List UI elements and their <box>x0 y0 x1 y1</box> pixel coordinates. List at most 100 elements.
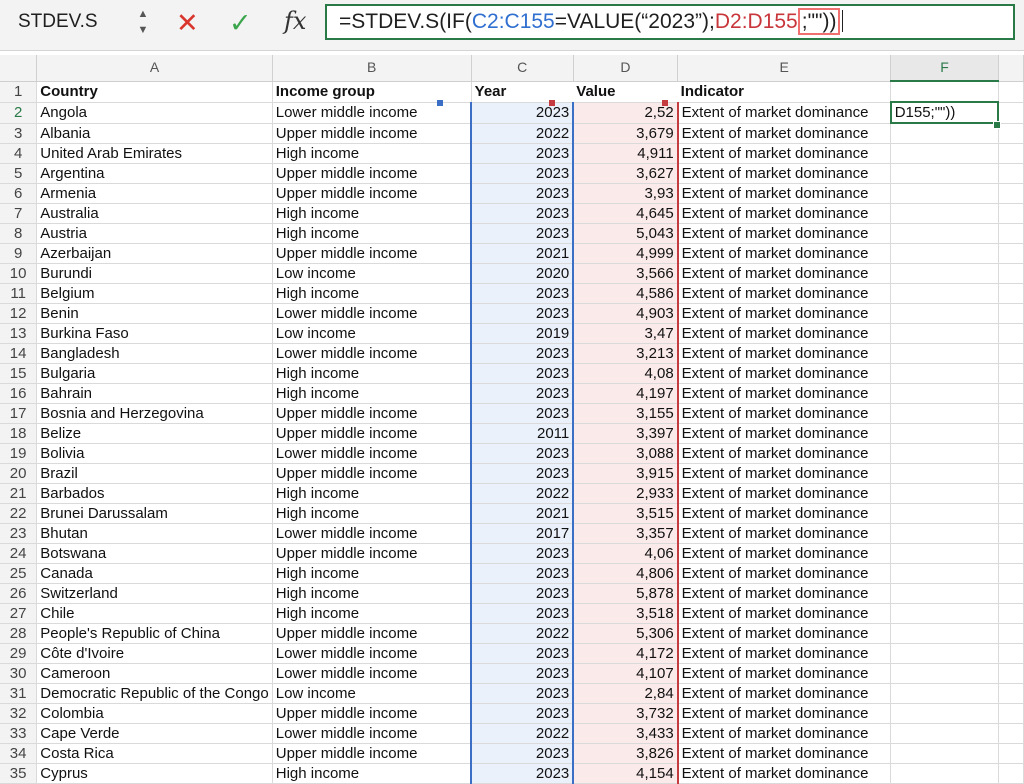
cell-value[interactable]: 5,043 <box>572 223 679 244</box>
row-header[interactable]: 9 <box>0 243 38 264</box>
cell-value[interactable]: 5,306 <box>572 623 679 644</box>
cell-country[interactable]: People's Republic of China <box>36 623 273 644</box>
select-all-corner[interactable] <box>0 55 38 82</box>
cell-g[interactable] <box>998 543 1024 564</box>
row-header[interactable]: 18 <box>0 423 38 444</box>
cell-indicator[interactable]: Extent of market dominance <box>677 303 892 324</box>
cell-country[interactable]: Belgium <box>36 283 273 304</box>
cell-g[interactable] <box>998 223 1024 244</box>
cell-g[interactable] <box>998 343 1024 364</box>
cell-income-group[interactable]: Low income <box>272 323 472 344</box>
cell-country[interactable]: Azerbaijan <box>36 243 273 264</box>
header-cell-value[interactable]: Value <box>573 81 678 103</box>
cell-indicator[interactable]: Extent of market dominance <box>677 183 892 204</box>
cell-f1[interactable] <box>890 81 999 103</box>
name-box-stepper[interactable]: ▲ ▼ <box>136 6 150 40</box>
cell-value[interactable]: 4,107 <box>572 663 679 684</box>
cell-year[interactable]: 2023 <box>470 583 575 604</box>
cell-year[interactable]: 2023 <box>470 303 575 324</box>
cell-value[interactable]: 4,645 <box>572 203 679 224</box>
cell-year[interactable]: 2023 <box>470 463 575 484</box>
cell-f[interactable] <box>890 283 999 304</box>
row-header[interactable]: 23 <box>0 523 38 544</box>
cell-f[interactable] <box>890 703 999 724</box>
cell-year[interactable]: 2023 <box>470 203 575 224</box>
cell-income-group[interactable]: Upper middle income <box>272 463 472 484</box>
cell-income-group[interactable]: Upper middle income <box>272 123 472 144</box>
cell-year[interactable]: 2023 <box>470 543 575 564</box>
row-header[interactable]: 13 <box>0 323 38 344</box>
column-header-d[interactable]: D <box>573 55 679 82</box>
column-header-e[interactable]: E <box>677 55 892 82</box>
cell-indicator[interactable]: Extent of market dominance <box>677 683 892 704</box>
cell-g[interactable] <box>998 563 1024 584</box>
cell-income-group[interactable]: Upper middle income <box>272 543 472 564</box>
cell-income-group[interactable]: Lower middle income <box>272 443 472 464</box>
cell-value[interactable]: 4,903 <box>572 303 679 324</box>
cell-country[interactable]: Brunei Darussalam <box>36 503 273 524</box>
cell-country[interactable]: Belize <box>36 423 273 444</box>
cell-g[interactable] <box>998 123 1024 144</box>
cell-income-group[interactable]: Lower middle income <box>272 523 472 544</box>
cell-value[interactable]: 4,08 <box>572 363 679 384</box>
cell-f[interactable] <box>890 323 999 344</box>
cell-income-group[interactable]: High income <box>272 483 472 504</box>
cell-income-group[interactable]: High income <box>272 563 472 584</box>
cell-income-group[interactable]: Upper middle income <box>272 243 472 264</box>
cell-country[interactable]: Benin <box>36 303 273 324</box>
cell-value[interactable]: 4,911 <box>572 143 679 164</box>
cell-income-group[interactable]: Low income <box>272 683 472 704</box>
row-header[interactable]: 19 <box>0 443 38 464</box>
cell-year[interactable]: 2023 <box>470 763 575 784</box>
cell-country[interactable]: Angola <box>36 102 273 124</box>
cell-indicator[interactable]: Extent of market dominance <box>677 643 892 664</box>
cell-value[interactable]: 4,06 <box>572 543 679 564</box>
cell-country[interactable]: Switzerland <box>36 583 273 604</box>
row-header[interactable]: 3 <box>0 123 38 144</box>
cell-f[interactable] <box>890 343 999 364</box>
cell-country[interactable]: Bhutan <box>36 523 273 544</box>
cell-f[interactable] <box>890 483 999 504</box>
cell-value[interactable]: 3,357 <box>572 523 679 544</box>
cell-year[interactable]: 2019 <box>470 323 575 344</box>
cell-g[interactable] <box>998 383 1024 404</box>
cell-year[interactable]: 2021 <box>470 243 575 264</box>
cell-country[interactable]: Burundi <box>36 263 273 284</box>
cell-income-group[interactable]: High income <box>272 583 472 604</box>
cell-g[interactable] <box>998 303 1024 324</box>
cell-indicator[interactable]: Extent of market dominance <box>677 223 892 244</box>
row-header[interactable]: 4 <box>0 143 38 164</box>
cell-year[interactable]: 2023 <box>470 443 575 464</box>
cell-f[interactable] <box>890 443 999 464</box>
cell-country[interactable]: Barbados <box>36 483 273 504</box>
cell-year[interactable]: 2022 <box>470 483 575 504</box>
cell-g[interactable] <box>998 423 1024 444</box>
cell-country[interactable]: Bolivia <box>36 443 273 464</box>
cell-f[interactable] <box>890 463 999 484</box>
cell-indicator[interactable]: Extent of market dominance <box>677 423 892 444</box>
cell-country[interactable]: United Arab Emirates <box>36 143 273 164</box>
cell-indicator[interactable]: Extent of market dominance <box>677 363 892 384</box>
cell-country[interactable]: Chile <box>36 603 273 624</box>
cell-g[interactable] <box>998 143 1024 164</box>
row-header[interactable]: 8 <box>0 223 38 244</box>
row-header[interactable]: 16 <box>0 383 38 404</box>
cell-indicator[interactable]: Extent of market dominance <box>677 663 892 684</box>
cell-indicator[interactable]: Extent of market dominance <box>677 583 892 604</box>
cell-country[interactable]: Argentina <box>36 163 273 184</box>
cell-g[interactable] <box>998 763 1024 784</box>
cell-f[interactable] <box>890 643 999 664</box>
cell-f[interactable] <box>890 363 999 384</box>
cell-value[interactable]: 4,172 <box>572 643 679 664</box>
cell-year[interactable]: 2023 <box>470 703 575 724</box>
cell-value[interactable]: 5,878 <box>572 583 679 604</box>
cell-indicator[interactable]: Extent of market dominance <box>677 503 892 524</box>
cell-g[interactable] <box>998 723 1024 744</box>
row-header[interactable]: 15 <box>0 363 38 384</box>
cell-year[interactable]: 2022 <box>470 123 575 144</box>
cell-value[interactable]: 4,586 <box>572 283 679 304</box>
row-header[interactable]: 7 <box>0 203 38 224</box>
cell-year[interactable]: 2023 <box>470 643 575 664</box>
cell-income-group[interactable]: Upper middle income <box>272 623 472 644</box>
cell-year[interactable]: 2023 <box>470 563 575 584</box>
